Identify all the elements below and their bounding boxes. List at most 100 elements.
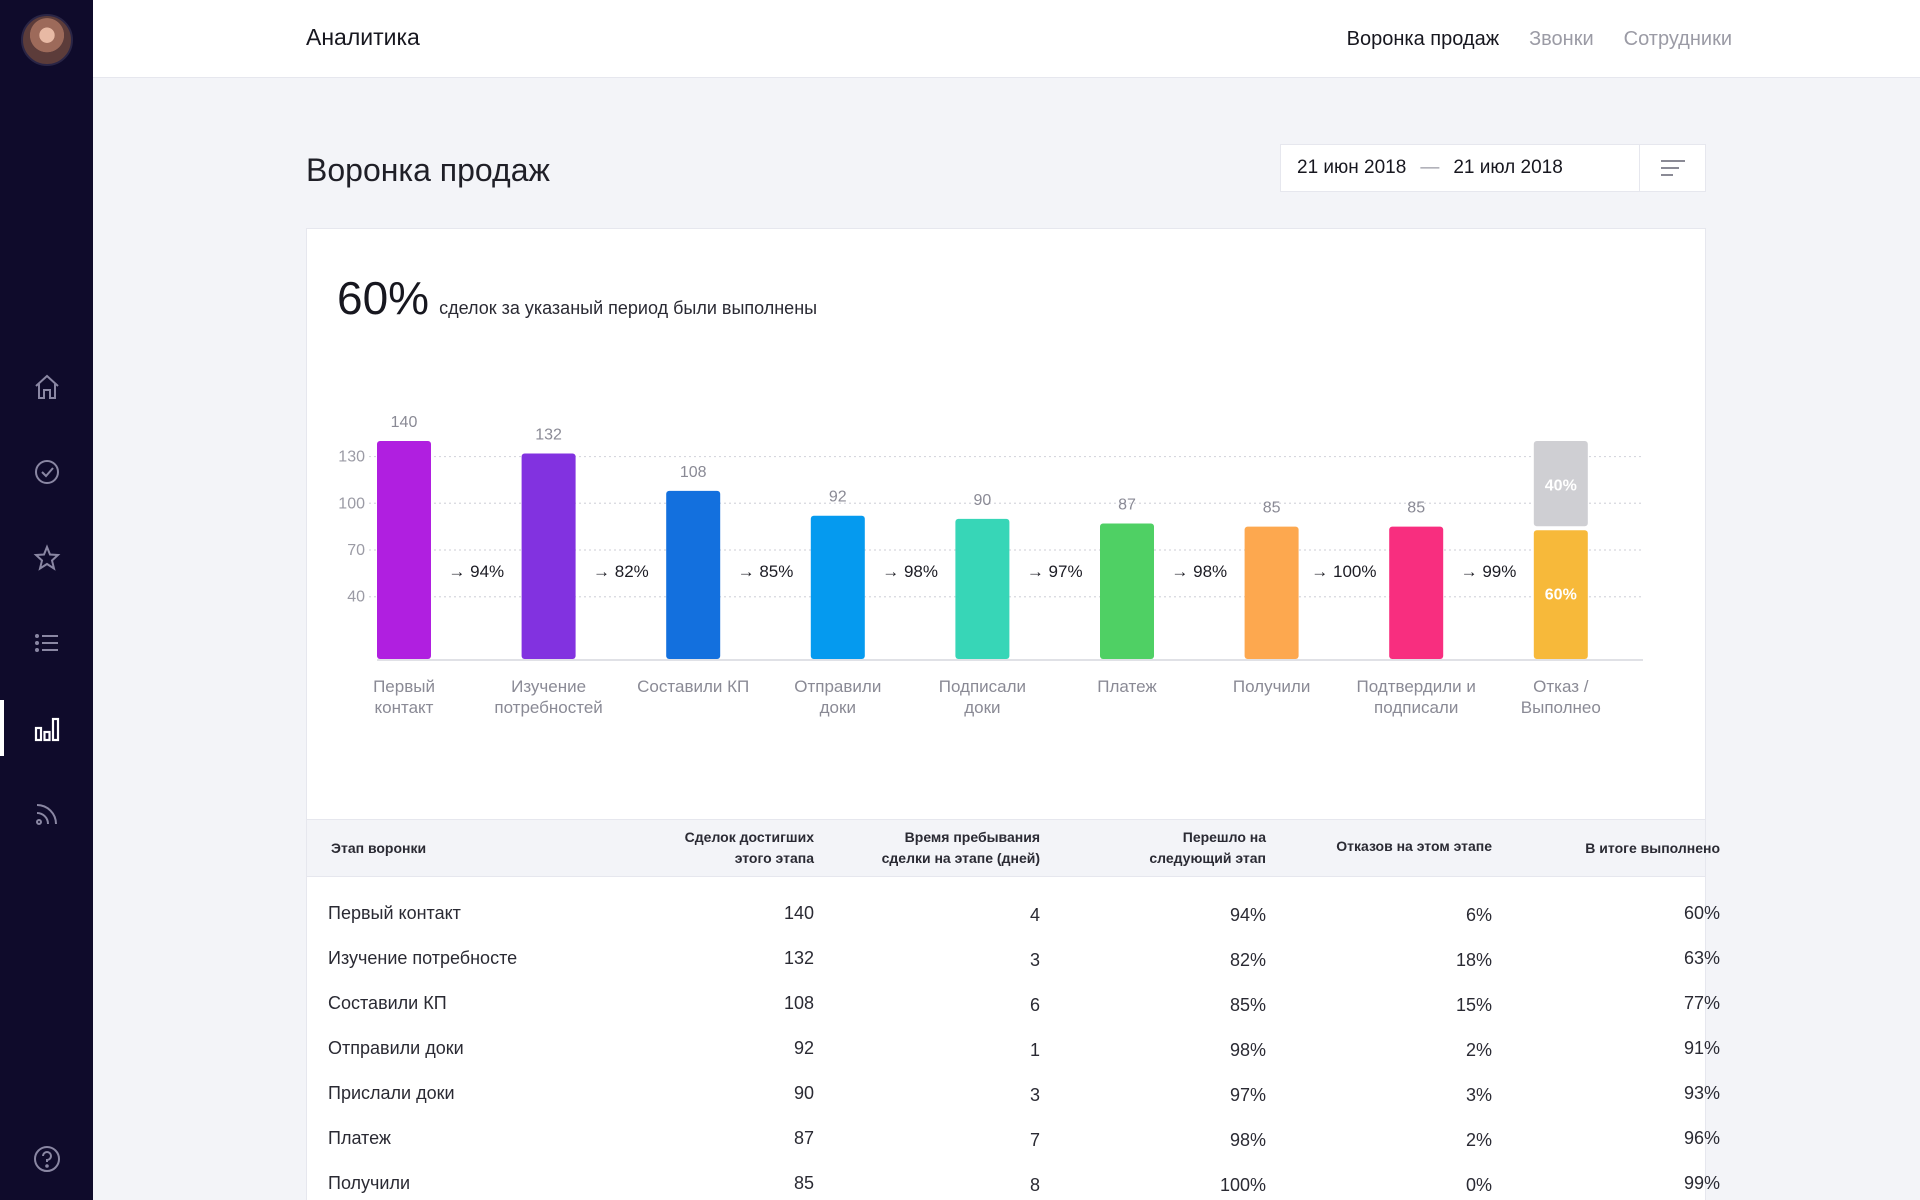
funnel-table: Этап воронки Сделок достигших этого этапа В… — [307, 819, 1720, 1200]
filter-menu-icon[interactable] — [1639, 145, 1705, 191]
table-cell: 96% — [1683, 1128, 1720, 1148]
date-range-picker[interactable]: 21 июн 2018 — 21 июл 2018 — [1280, 144, 1706, 192]
conversion-label: → 97% — [1027, 562, 1083, 581]
table-row[interactable]: Прислали доки 90 3 97% 3% 93% — [307, 1071, 1720, 1116]
funnel-bar — [521, 453, 576, 659]
table-cell: 6 — [1029, 995, 1040, 1015]
table-row[interactable]: Изучение потребносте 132 3 82% 18% 63% — [307, 936, 1720, 981]
table-cell: 91% — [1683, 1038, 1720, 1058]
table-cell: 60% — [1683, 903, 1720, 923]
list-icon[interactable] — [28, 624, 66, 662]
bar-value-label: 85 — [1263, 500, 1281, 517]
category-label: Подтвердили и подписали — [1356, 677, 1475, 717]
category-label: Платеж — [1097, 677, 1157, 696]
table-cell: Отправили доки — [328, 1038, 464, 1058]
funnel-card: 60% сделок за указаный период были выпол… — [306, 228, 1720, 1200]
table-row[interactable]: Составили КП 108 6 85% 15% 77% — [307, 981, 1720, 1026]
table-cell: 108 — [783, 993, 814, 1013]
final-done-label: 60% — [1545, 587, 1577, 604]
date-to[interactable]: 21 июл 2018 — [1453, 157, 1563, 179]
star-icon[interactable] — [28, 539, 66, 577]
funnel-chart: 40 70 100 130 140 132 108 92 90 87 85 85 40% 60% → 94%… — [338, 414, 1643, 717]
funnel-bar — [810, 515, 865, 659]
category-label: Получили — [1233, 677, 1311, 696]
table-row[interactable]: Первый контакт 140 4 94% 6% 60% — [307, 891, 1720, 936]
table-cell: 82% — [1229, 950, 1266, 970]
funnel-bar — [666, 490, 721, 659]
table-cell: 3 — [1029, 1085, 1040, 1105]
column-header: Перешло на следующий этап — [1149, 829, 1266, 866]
column-header: Время пребывания сделки на этапе (дней) — [881, 829, 1040, 866]
top-bar: Аналитика Воронка продаж Звонки Сотрудни… — [93, 0, 1920, 78]
tab-sales-funnel[interactable]: Воронка продаж — [1347, 28, 1499, 51]
table-row[interactable]: Получили 85 8 100% 0% 99% — [307, 1161, 1720, 1200]
table-cell: 90 — [793, 1083, 814, 1103]
column-header: Сделок достигших этого этапа — [684, 829, 814, 866]
table-cell: 7 — [1029, 1130, 1040, 1150]
final-fail-label: 40% — [1545, 478, 1577, 495]
table-cell: 140 — [783, 903, 814, 923]
conversion-label: → 99% — [1461, 562, 1517, 581]
category-label: Первый контакт — [373, 677, 435, 717]
conversion-label: → 82% — [593, 562, 649, 581]
summary-text: сделок за указаный период были выполнены — [439, 298, 818, 318]
table-cell: 3 — [1029, 950, 1040, 970]
table-cell: 77% — [1683, 993, 1720, 1013]
category-label: Отправили доки — [794, 677, 881, 717]
tab-calls[interactable]: Звонки — [1529, 28, 1594, 51]
date-separator: — — [1420, 157, 1440, 178]
bar-value-label: 90 — [974, 492, 992, 509]
table-cell: 98% — [1229, 1040, 1266, 1060]
app-title: Аналитика — [306, 24, 420, 50]
table-cell: 85 — [793, 1173, 814, 1193]
table-cell: 98% — [1229, 1130, 1266, 1150]
table-cell: 100% — [1219, 1175, 1266, 1195]
y-tick-label: 70 — [347, 542, 365, 559]
table-cell: 4 — [1029, 905, 1040, 925]
rss-icon[interactable] — [28, 795, 66, 833]
summary-percent: 60% — [337, 272, 430, 324]
table-row[interactable]: Платеж 87 7 98% 2% 96% — [307, 1116, 1720, 1161]
y-tick-label: 40 — [347, 589, 365, 606]
check-circle-icon[interactable] — [28, 453, 66, 491]
table-cell: 94% — [1229, 905, 1266, 925]
summary: 60% сделок за указаный период были выпол… — [337, 271, 817, 325]
bar-value-label: 108 — [680, 464, 707, 481]
table-header: Этап воронки Сделок достигших этого этапа В… — [307, 819, 1720, 877]
funnel-bar — [1244, 526, 1299, 659]
table-cell: Первый контакт — [328, 903, 461, 923]
table-cell: 15% — [1455, 995, 1492, 1015]
bar-chart-icon[interactable] — [28, 710, 66, 748]
avatar[interactable] — [21, 14, 73, 66]
table-cell: 99% — [1683, 1173, 1720, 1193]
category-label: Подписали доки — [939, 677, 1026, 717]
table-cell: 93% — [1683, 1083, 1720, 1103]
category-label: Изучение потребностей — [494, 677, 602, 717]
column-header: Отказов на этом этапе — [1336, 838, 1492, 854]
table-cell: 2% — [1465, 1130, 1492, 1150]
bar-value-label: 92 — [829, 489, 847, 506]
table-row[interactable]: Отправили доки 92 1 98% 2% 91% — [307, 1026, 1720, 1071]
bar-value-label: 132 — [535, 426, 562, 443]
table-body: Первый контакт 140 4 94% 6% 60% Изучение потре… — [307, 877, 1720, 1200]
table-cell: 63% — [1683, 948, 1720, 968]
active-indicator — [0, 700, 4, 756]
bar-value-label: 140 — [391, 414, 418, 431]
date-from[interactable]: 21 июн 2018 — [1297, 157, 1406, 179]
conversion-label: → 85% — [738, 562, 794, 581]
help-icon[interactable] — [28, 1140, 66, 1178]
conversion-label: → 94% — [448, 562, 504, 581]
table-cell: 6% — [1465, 905, 1492, 925]
table-cell: 2% — [1465, 1040, 1492, 1060]
category-label: Отказ / Выполнео — [1521, 677, 1601, 717]
category-label: Составили КП — [637, 677, 749, 696]
home-icon[interactable] — [28, 368, 66, 406]
tab-employees[interactable]: Сотрудники — [1624, 28, 1732, 51]
date-range[interactable]: 21 июн 2018 — 21 июл 2018 — [1281, 157, 1639, 179]
table-cell: 3% — [1465, 1085, 1492, 1105]
table-cell: 0% — [1465, 1175, 1492, 1195]
table-cell: Прислали доки — [328, 1083, 455, 1103]
table-cell: Платеж — [328, 1128, 391, 1148]
funnel-bar — [377, 441, 431, 659]
bar-value-label: 87 — [1118, 497, 1136, 514]
